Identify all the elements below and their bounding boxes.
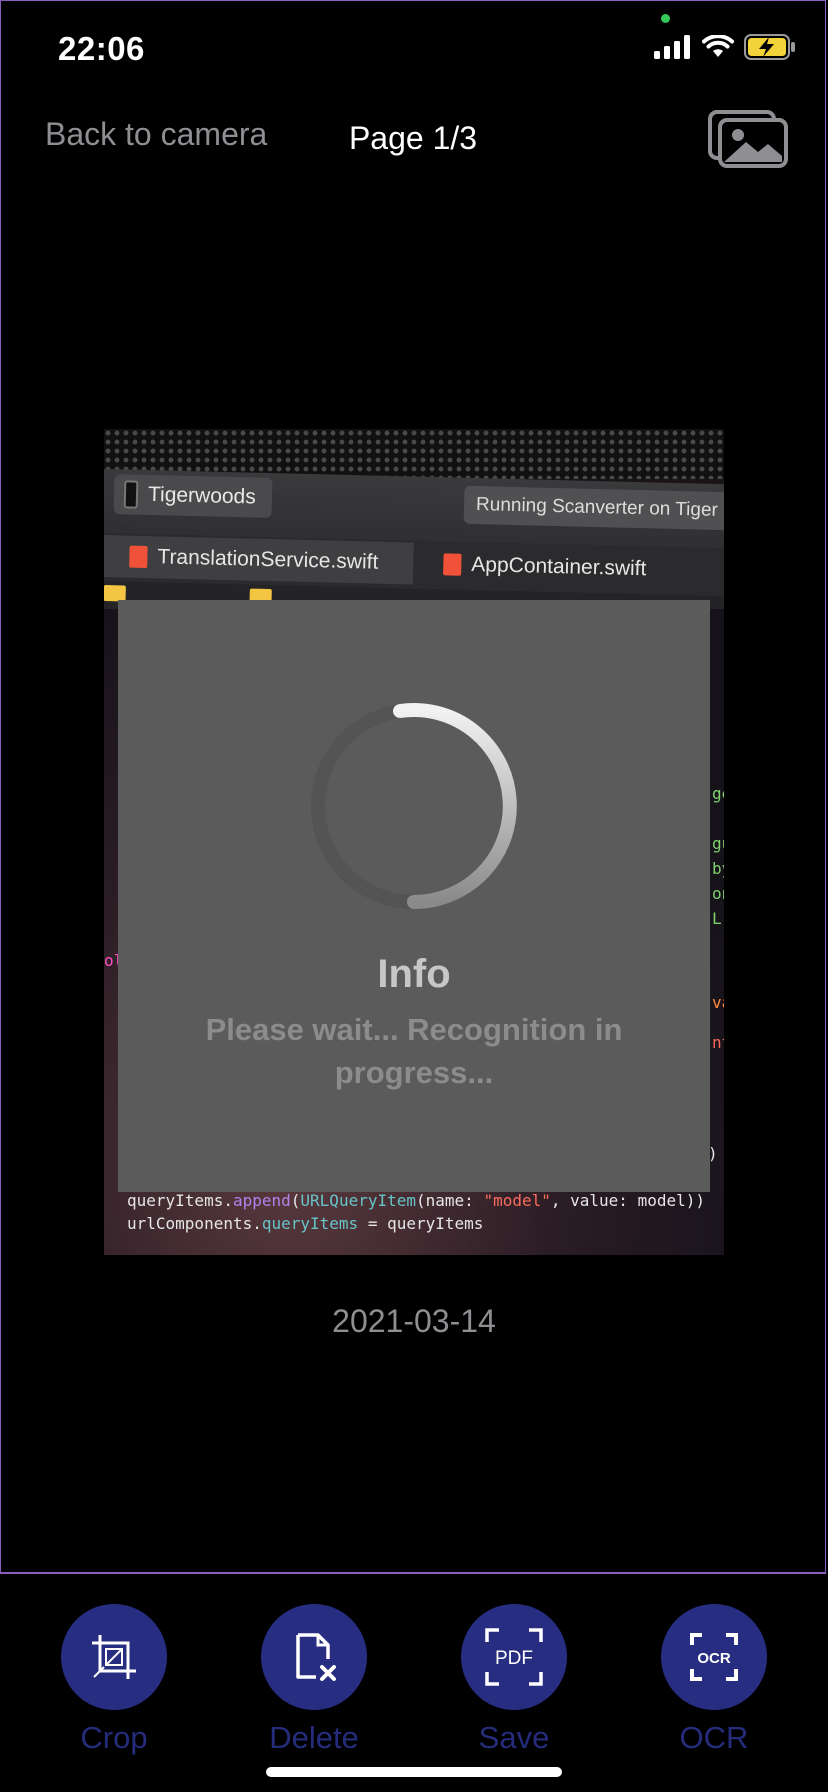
save-button-circle[interactable]: PDF [461, 1604, 567, 1710]
crop-label: Crop [80, 1720, 148, 1755]
wifi-icon [702, 35, 734, 57]
delete-button-circle[interactable] [261, 1604, 367, 1710]
pdf-scan-icon: PDF [485, 1628, 543, 1686]
code-fragment: nt [712, 1033, 724, 1052]
code-fragment: va [712, 993, 724, 1012]
ocr-button[interactable]: OCR OCR [644, 1604, 784, 1756]
save-button[interactable]: PDF Save [444, 1604, 584, 1756]
dialog-message: Please wait... Recognition in progress..… [205, 1012, 623, 1090]
editor-tab-label: AppContainer.swift [471, 552, 647, 581]
scheme-label: Tigerwoods [147, 482, 257, 509]
svg-text:OCR: OCR [697, 1650, 731, 1667]
gallery-icon [708, 110, 788, 168]
dialog-title: Info [377, 952, 451, 996]
code-fragment: by [712, 859, 724, 878]
crop-button-circle[interactable] [61, 1604, 167, 1710]
page-label: Page 1/3 [348, 120, 478, 156]
code-fragment: L [712, 909, 722, 928]
ocr-scan-icon: OCR [690, 1633, 738, 1681]
delete-label: Delete [269, 1720, 359, 1755]
editor-tab-active: TranslationService.swift [104, 534, 414, 585]
home-indicator [266, 1767, 562, 1777]
code-fragment: on [712, 884, 724, 903]
run-status: Running Scanverter on Tiger [463, 485, 724, 531]
ocr-label: OCR [679, 1720, 749, 1755]
crop-button[interactable]: Crop [44, 1604, 184, 1756]
editor-tab: AppContainer.swift [433, 543, 647, 590]
svg-text:PDF: PDF [495, 1648, 533, 1669]
delete-file-icon [296, 1633, 336, 1681]
code-line-1: queryItems.append(URLQueryItem(name: "mo… [127, 1191, 705, 1210]
camera-indicator [661, 14, 670, 23]
scan-date: 2021-03-14 [332, 1303, 496, 1339]
delete-button[interactable]: Delete [244, 1604, 384, 1756]
device-icon [123, 480, 139, 509]
gallery-button[interactable] [708, 106, 790, 173]
status-time: 22:06 [58, 30, 145, 67]
swift-file-icon [129, 545, 148, 569]
battery-charging-icon [744, 34, 795, 60]
code-fragment: gu [712, 834, 724, 853]
loading-spinner-icon [311, 703, 517, 909]
page-indicator: Page 1/3 [0, 120, 828, 157]
scheme-selector: Tigerwoods [113, 474, 273, 518]
swift-file-icon [443, 553, 462, 576]
code-fragment: ge [712, 784, 724, 803]
progress-dialog: Info Please wait... Recognition in progr… [118, 600, 710, 1192]
code-line-2: urlComponents.queryItems = queryItems [127, 1214, 484, 1233]
crop-icon [92, 1635, 136, 1679]
editor-tab-label: TranslationService.swift [157, 545, 379, 574]
status-icons [654, 34, 796, 60]
ocr-button-circle[interactable]: OCR [661, 1604, 767, 1710]
save-label: Save [478, 1720, 550, 1755]
signal-icon [654, 35, 690, 59]
